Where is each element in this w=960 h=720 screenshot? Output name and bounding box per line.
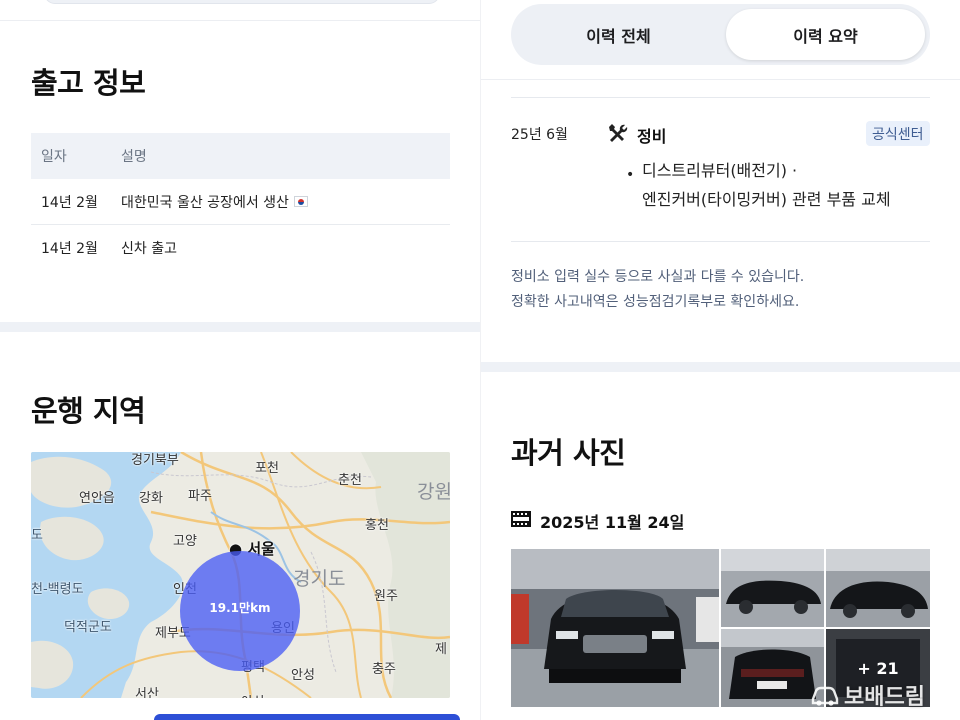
left-column: 출고 정보 일자 설명 14년 2월 대한민국 울산 공장에서 생산 14년 2… xyxy=(0,0,480,720)
car-rear-side-image xyxy=(826,549,930,627)
car-front-image xyxy=(511,549,719,707)
table-row: 14년 2월 대한민국 울산 공장에서 생산 xyxy=(31,179,450,225)
map-label: 연안읍 xyxy=(79,491,115,506)
divider xyxy=(481,79,960,80)
table-header: 일자 설명 xyxy=(31,133,450,179)
row-desc-text: 대한민국 울산 공장에서 생산 xyxy=(121,194,289,211)
wrench-screwdriver-icon xyxy=(609,124,628,142)
section-band xyxy=(481,362,960,372)
car-back-image xyxy=(721,629,824,707)
tab-history-summary[interactable]: 이력 요약 xyxy=(726,9,925,60)
map-label: 파주 xyxy=(188,489,212,504)
history-date: 25년 6월 xyxy=(511,127,568,143)
watermark: 보배드림 xyxy=(810,679,925,711)
car-photo[interactable] xyxy=(721,629,824,707)
history-notice-line-2: 정확한 사고내역은 성능점검기록부로 확인하세요. xyxy=(511,294,800,310)
tab-history-all[interactable]: 이력 전체 xyxy=(516,9,721,60)
row-desc-text: 신차 출고 xyxy=(121,241,177,257)
shipping-table: 일자 설명 14년 2월 대한민국 울산 공장에서 생산 14년 2월 신차 출… xyxy=(31,133,450,271)
row-date: 14년 2월 xyxy=(41,194,98,211)
past-photos-title: 과거 사진 xyxy=(511,436,626,470)
column-header-date: 일자 xyxy=(41,149,67,165)
divider xyxy=(511,97,930,98)
top-card-edge xyxy=(44,0,440,4)
bobaedream-logo-icon xyxy=(811,686,839,706)
map-label: 고양 xyxy=(173,534,197,549)
map-label: 춘천 xyxy=(338,473,362,488)
korea-flag-icon xyxy=(293,196,308,207)
region-title: 운행 지역 xyxy=(31,394,146,428)
map-label: 강원 xyxy=(417,481,450,503)
car-photo[interactable] xyxy=(826,549,930,627)
row-desc: 대한민국 울산 공장에서 생산 xyxy=(121,192,450,212)
map-label: 강화 xyxy=(139,491,163,506)
column-header-desc: 설명 xyxy=(121,149,147,165)
row-date: 14년 2월 xyxy=(41,241,98,257)
section-band xyxy=(0,322,480,332)
car-photo-main[interactable] xyxy=(511,549,719,707)
map-label: 충주 xyxy=(372,662,396,677)
map-label: 경기도 xyxy=(293,568,346,590)
map-label: 덕적군도 xyxy=(64,620,112,635)
watermark-text: 보배드림 xyxy=(844,685,925,710)
map-label: 원주 xyxy=(374,589,398,604)
map-label: 홍천 xyxy=(365,518,389,533)
map-label: 아산 xyxy=(241,691,265,698)
row-desc: 신차 출고 xyxy=(121,238,450,258)
divider xyxy=(511,241,930,242)
car-side-image xyxy=(721,549,824,627)
driving-radius-label: 19.1만km xyxy=(209,601,271,615)
map-label: 경기북부 xyxy=(131,453,179,468)
table-row: 14년 2월 신차 출고 xyxy=(31,225,450,271)
map-label: 서산 xyxy=(135,687,159,698)
map-label: 제 xyxy=(435,642,447,657)
history-detail-line-1: 디스트리뷰터(배전기) · xyxy=(642,161,798,180)
region-map[interactable]: 경기북부 포천 춘천 강원 연안읍 강화 파주 홍천 고양 ● 서울 도 경기도… xyxy=(31,452,450,698)
map-label: 포천 xyxy=(255,461,279,476)
map-label: 도 xyxy=(31,528,43,543)
photo-date: 2025년 11월 24일 xyxy=(540,513,685,532)
shipping-title: 출고 정보 xyxy=(31,66,146,100)
bullet-icon: • xyxy=(626,167,635,183)
official-center-badge: 공식센터 xyxy=(866,121,930,146)
bottom-action-button[interactable] xyxy=(154,714,460,720)
car-photo[interactable] xyxy=(721,549,824,627)
right-column: 이력 전체 이력 요약 25년 6월 정비 공식센터 • 디스트리뷰터(배전기)… xyxy=(481,0,960,720)
divider xyxy=(0,20,480,21)
history-detail-line-2: 엔진커버(타이밍커버) 관련 부품 교체 xyxy=(642,190,891,209)
history-segmented-control: 이력 전체 이력 요약 xyxy=(511,4,930,65)
history-notice-line-1: 정비소 입력 실수 등으로 사실과 다를 수 있습니다. xyxy=(511,269,805,285)
map-label: 천-백령도 xyxy=(31,582,84,597)
film-icon xyxy=(511,511,531,527)
map-label: 안성 xyxy=(291,668,315,683)
history-type: 정비 xyxy=(637,127,667,146)
